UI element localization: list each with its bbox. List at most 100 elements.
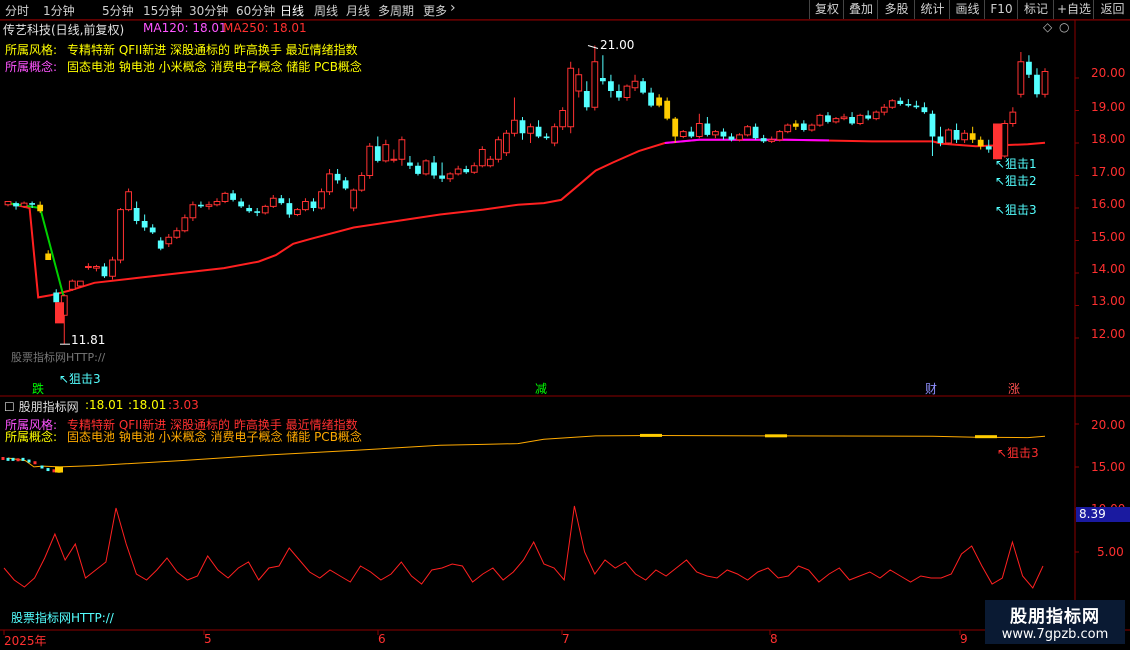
sub-concept-label: 所属概念: bbox=[5, 430, 58, 444]
candle-body-down bbox=[334, 173, 341, 181]
candle-body-up bbox=[422, 160, 430, 175]
candle-body-up bbox=[840, 116, 848, 120]
candle-body-down bbox=[278, 198, 285, 204]
sub-oscillator-line bbox=[3, 505, 1044, 589]
candle-body-up bbox=[269, 197, 277, 207]
candle-body-down bbox=[913, 105, 920, 108]
candle-body-down bbox=[286, 203, 293, 215]
candle-body-down bbox=[310, 201, 317, 208]
sub-value-1: :18.01 bbox=[85, 398, 124, 412]
candle-body-up bbox=[591, 61, 599, 108]
candle-body-up bbox=[551, 126, 559, 144]
x-label-jun: 6 bbox=[378, 632, 386, 646]
sub-y-tick-5: 5.00 bbox=[1097, 545, 1124, 559]
candle-body-up bbox=[68, 280, 76, 290]
concept-value: 固态电池 钠电池 小米概念 消费电子概念 储能 PCB概念 bbox=[67, 60, 362, 74]
x-label-aug: 8 bbox=[770, 632, 778, 646]
sub-y-tick-15: 15.00 bbox=[1091, 460, 1126, 474]
circle-icon[interactable]: ○ bbox=[1059, 20, 1069, 34]
candle-body-up bbox=[1041, 71, 1049, 95]
candle-body-down bbox=[543, 136, 550, 139]
sub-highlight-seg bbox=[765, 434, 787, 438]
tag-fall: 跌 bbox=[32, 382, 45, 396]
candle-body-down bbox=[937, 136, 944, 143]
candle-body-up bbox=[776, 131, 784, 141]
candle-body-up bbox=[1009, 111, 1017, 124]
candle-body-up bbox=[189, 204, 197, 219]
concept-label: 所属概念: bbox=[5, 60, 58, 74]
candle-body-down bbox=[608, 81, 614, 91]
candle-body-down bbox=[13, 203, 19, 207]
candle-body-down bbox=[800, 123, 807, 130]
candle-body-up bbox=[213, 201, 221, 206]
candle-body-down bbox=[760, 138, 767, 142]
candle-body-down bbox=[648, 92, 654, 106]
candle-body-up bbox=[366, 145, 374, 176]
style-label: 所属风格: bbox=[5, 43, 58, 57]
candle-body-up bbox=[679, 131, 687, 137]
corner-watermark-line2: www.7gpzb.com bbox=[1001, 627, 1109, 642]
candle-body-up bbox=[20, 202, 28, 207]
candle-body-down bbox=[640, 81, 646, 93]
candle-body-up bbox=[888, 100, 896, 108]
candle-body-up bbox=[165, 236, 173, 245]
candle-body-up bbox=[109, 259, 116, 277]
candle-body-down bbox=[342, 180, 349, 189]
candle-body-down bbox=[792, 123, 799, 127]
candle-body-up bbox=[76, 280, 84, 287]
candle-body-up bbox=[318, 191, 325, 209]
candle-body-up bbox=[470, 165, 478, 173]
candle-body-down bbox=[897, 100, 904, 104]
candle-body-up bbox=[768, 139, 776, 142]
candle-body-down bbox=[53, 292, 60, 303]
sub-value-3: :3.03 bbox=[168, 398, 199, 412]
candle-body-down bbox=[969, 133, 976, 140]
candle-body-down bbox=[101, 266, 108, 277]
candle-body-up bbox=[1001, 123, 1009, 157]
candle-body-up bbox=[261, 205, 269, 214]
tag-finance: 财 bbox=[925, 382, 938, 396]
candle-body-up bbox=[494, 139, 502, 160]
diamond-icon[interactable]: ◇ bbox=[1043, 20, 1052, 34]
sub-highlight-block bbox=[55, 466, 63, 473]
y-tick-19: 19.00 bbox=[1091, 100, 1126, 114]
corner-watermark: 股朋指标网 www.7gpzb.com bbox=[985, 600, 1125, 644]
sub-mini-candle bbox=[6, 457, 10, 461]
candle-body-down bbox=[825, 115, 831, 122]
candle-body-up bbox=[173, 230, 181, 238]
kline-chart[interactable] bbox=[0, 0, 1130, 650]
candle-body-down bbox=[29, 203, 36, 205]
ma-magenta-segment bbox=[664, 138, 830, 144]
sub-highlight-seg bbox=[640, 433, 662, 437]
candle-body-down bbox=[463, 169, 470, 173]
sub-panel-title-text: 股朋指标网 bbox=[18, 400, 79, 414]
candle-body-up bbox=[784, 124, 792, 133]
y-tick-13: 13.00 bbox=[1091, 294, 1126, 308]
candle-body-up bbox=[221, 192, 229, 202]
candle-body-down bbox=[929, 113, 936, 137]
sub-mini-candle bbox=[27, 459, 31, 463]
candle-body-down bbox=[238, 201, 245, 207]
candle-body-down bbox=[849, 117, 855, 124]
candle-body-up bbox=[446, 173, 454, 180]
candle-body-up bbox=[872, 111, 880, 120]
sub-value-2: :18.01 bbox=[128, 398, 167, 412]
candle-body-up bbox=[567, 67, 575, 128]
candle-body-down bbox=[254, 211, 261, 213]
stock-title: 传艺科技(日线,前复权) bbox=[3, 23, 125, 37]
candle-body-up bbox=[945, 129, 952, 144]
candle-body-up bbox=[1017, 61, 1025, 95]
candle-body-up bbox=[808, 124, 816, 131]
candle-body-up bbox=[294, 209, 301, 215]
candle-body-down bbox=[720, 131, 727, 137]
candle-body-down bbox=[37, 204, 44, 212]
candle-body-down bbox=[230, 193, 236, 200]
candle-body-down bbox=[953, 130, 960, 140]
candle-body-up bbox=[856, 114, 864, 124]
candle-body-down bbox=[728, 136, 735, 140]
candle-body-down bbox=[752, 126, 759, 139]
candle-body-down bbox=[688, 131, 695, 137]
watermark-text: 股票指标网HTTP:// bbox=[11, 351, 106, 364]
candle-body-up bbox=[117, 209, 124, 261]
high-pointer bbox=[587, 45, 599, 49]
